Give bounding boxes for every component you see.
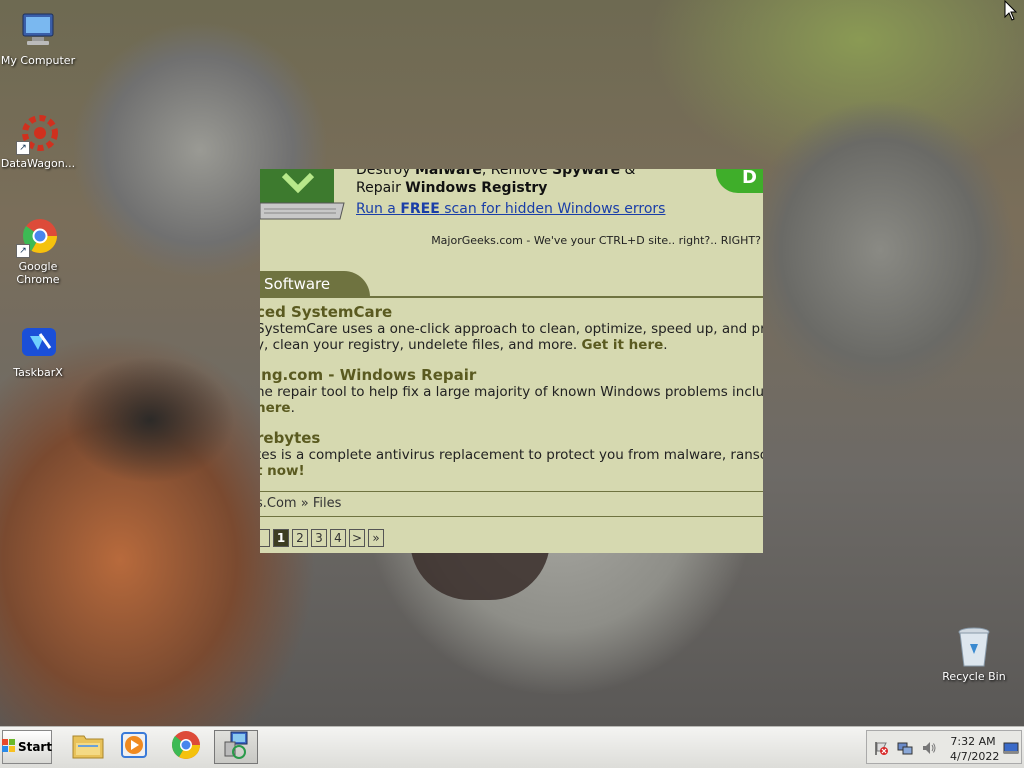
browser-page-content: Destroy Malware, Remove Spyware & Repair…	[260, 169, 763, 553]
datawagon-icon: ↗	[16, 113, 58, 155]
get-it-here-link[interactable]: Get it here	[582, 337, 664, 353]
entry-description: ne repair tool to help fix a large major…	[260, 384, 763, 400]
pagination: 1 2 3 4 > »	[260, 529, 384, 547]
taskbar-clock[interactable]: 7:32 AM 4/7/2022	[950, 734, 1000, 764]
clock-time: 7:32 AM	[950, 735, 996, 748]
section-tab-software[interactable]: Software	[260, 271, 370, 297]
taskbar-media-player[interactable]	[113, 730, 157, 764]
ad-headline-line1: Destroy Malware, Remove Spyware &	[356, 169, 636, 178]
page-1-button[interactable]: 1	[273, 529, 289, 547]
windows-logo-icon	[1, 738, 16, 756]
desktop-icon-taskbarx[interactable]: TaskbarX	[0, 322, 76, 379]
taskbar: Start 7:32 AM 4/7/2022	[0, 726, 1024, 768]
ad-download-button[interactable]: D	[716, 169, 763, 193]
entry-description: y, clean your registry, undelete files, …	[260, 337, 668, 353]
start-label: Start	[17, 740, 53, 754]
start-button[interactable]: Start	[1, 730, 53, 764]
desktop-icon-recycle-bin[interactable]: Recycle Bin	[936, 626, 1012, 683]
show-desktop-icon[interactable]	[1003, 740, 1019, 756]
software-entry: rebytes tes is a complete antivirus repl…	[260, 429, 763, 479]
mouse-cursor-icon	[1004, 0, 1018, 22]
section-divider	[260, 296, 763, 298]
desktop-icon-label: TaskbarX	[13, 366, 63, 379]
breadcrumb-divider	[260, 516, 763, 517]
entry-description: t now!	[260, 463, 763, 479]
page-2-button[interactable]: 2	[292, 529, 308, 547]
taskbar-chrome[interactable]	[164, 730, 208, 764]
desktop-icon-label: Recycle Bin	[942, 670, 1006, 683]
entry-description: SystemCare uses a one-click approach to …	[260, 321, 763, 337]
entry-description: tes is a complete antivirus replacement …	[260, 447, 763, 463]
software-entry: ing.com - Windows Repair ne repair tool …	[260, 366, 763, 416]
page-prev-button[interactable]	[260, 529, 270, 547]
get-it-here-link[interactable]: here	[260, 400, 291, 416]
desktop-icon-label: My Computer	[0, 54, 76, 67]
chrome-icon	[171, 730, 201, 764]
recycle-bin-icon	[954, 626, 994, 667]
breadcrumb-divider	[260, 491, 763, 492]
file-explorer-icon	[72, 731, 104, 763]
page-last-button[interactable]: »	[368, 529, 384, 547]
chrome-icon: ↗	[16, 216, 58, 258]
desktop-icon-google-chrome[interactable]: ↗ Google Chrome	[0, 216, 76, 286]
clock-date: 4/7/2022	[950, 750, 1000, 763]
ad-headline-line2: Repair Windows Registry	[356, 180, 548, 196]
system-tray: 7:32 AM 4/7/2022	[866, 730, 1022, 764]
entry-description: here.	[260, 400, 763, 416]
page-next-button[interactable]: >	[349, 529, 365, 547]
entry-title-link[interactable]: ing.com - Windows Repair	[260, 366, 763, 384]
media-player-icon	[120, 731, 150, 763]
shortcut-arrow-icon: ↗	[16, 244, 30, 258]
desktop-icon-label: DataWagon...	[0, 157, 76, 170]
taskbar-file-explorer[interactable]	[66, 730, 110, 764]
desktop-icon-label: Google Chrome	[16, 260, 60, 286]
taskbar-network-app[interactable]	[214, 730, 258, 764]
breadcrumb[interactable]: s.Com » Files	[260, 496, 341, 511]
network-computer-icon	[221, 730, 251, 764]
shortcut-arrow-icon: ↗	[16, 141, 30, 155]
desktop-icon-datawagon[interactable]: ↗ DataWagon...	[0, 113, 76, 170]
page-4-button[interactable]: 4	[330, 529, 346, 547]
get-it-now-link[interactable]: t now!	[260, 463, 305, 479]
computer-icon	[18, 10, 58, 50]
site-tagline: MajorGeeks.com - We've your CTRL+D site.…	[431, 234, 761, 247]
page-3-button[interactable]: 3	[311, 529, 327, 547]
action-center-flag-icon[interactable]	[873, 740, 889, 756]
entry-title-link[interactable]: rebytes	[260, 429, 763, 447]
volume-icon[interactable]	[921, 740, 937, 756]
software-entry: ced SystemCare SystemCare uses a one-cli…	[260, 303, 763, 353]
ad-laptop-image[interactable]	[260, 169, 346, 223]
desktop-icon-my-computer[interactable]: My Computer	[0, 10, 76, 67]
taskbarx-icon	[18, 322, 58, 362]
entry-title-link[interactable]: ced SystemCare	[260, 303, 763, 321]
network-icon[interactable]	[897, 740, 913, 756]
ad-free-scan-link[interactable]: Run a FREE scan for hidden Windows error…	[356, 201, 665, 217]
